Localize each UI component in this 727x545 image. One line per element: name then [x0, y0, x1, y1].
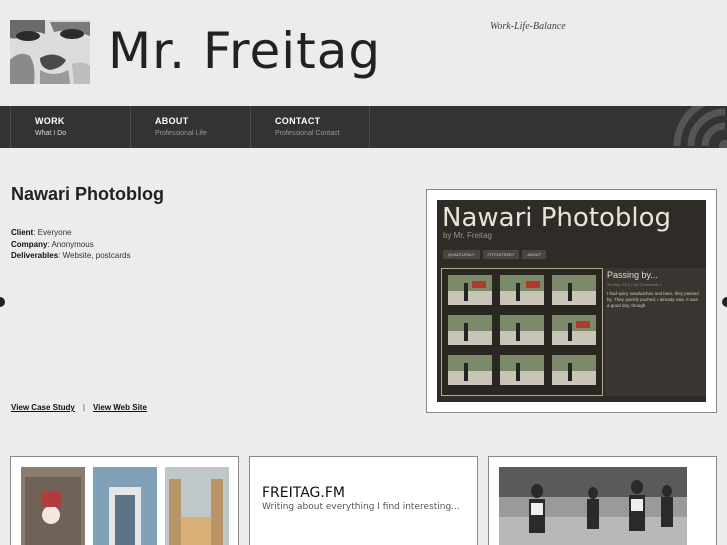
- view-web-site-link[interactable]: View Web Site: [93, 403, 147, 412]
- nav-item-sublabel: What I Do: [35, 130, 67, 137]
- client-row: Client: Everyone: [11, 227, 130, 239]
- site-header: Mr. Freitag Work-Life-Balance: [0, 0, 727, 106]
- screenshot-nav-item: QUADTUPALY: [443, 250, 480, 259]
- nav-item-sublabel: Professional Contact: [275, 130, 340, 137]
- nav-item-sublabel: Professional Life: [155, 130, 207, 137]
- company-row: Company: Anonymous: [11, 239, 130, 251]
- screenshot-photo-grid: [441, 268, 603, 396]
- project-screenshot: Nawari Photoblog by Mr. Freitag QUADTUPA…: [437, 200, 706, 402]
- screenshot-post-title: Passing by...: [607, 270, 658, 280]
- main-nav: WORK What I Do ABOUT Professional Life C…: [0, 106, 727, 148]
- freitag-fm-subtitle: Writing about everything I find interest…: [262, 502, 460, 512]
- freitag-fm-title: FREITAG.FM: [262, 485, 345, 501]
- project-thumbnail-freitag-fm[interactable]: FREITAG.FM Writing about everything I fi…: [249, 456, 478, 545]
- site-title[interactable]: Mr. Freitag: [108, 22, 381, 80]
- project-thumbnail-collage[interactable]: [10, 456, 239, 545]
- previous-arrow-icon[interactable]: [0, 297, 5, 307]
- project-meta: Client: Everyone Company: Anonymous Deli…: [11, 227, 130, 262]
- nav-item-about[interactable]: ABOUT Professional Life: [130, 106, 250, 148]
- company-value: : Anonymous: [47, 239, 94, 249]
- nav-item-contact[interactable]: CONTACT Professional Contact: [250, 106, 370, 148]
- nav-item-label: WORK: [35, 116, 65, 126]
- screenshot-nav: QUADTUPALY FOTOSTREET ABOUT: [443, 250, 547, 259]
- logo-portrait-image[interactable]: [10, 20, 90, 84]
- rss-icon[interactable]: [657, 106, 727, 148]
- screenshot-nav-item: ABOUT: [522, 250, 547, 259]
- screenshot-blog-title: Nawari Photoblog: [442, 203, 672, 233]
- screenshot-post-body: I had spicy sandwiches and beer, they pa…: [607, 291, 699, 308]
- tagline: Work-Life-Balance: [490, 21, 566, 32]
- nav-item-label: ABOUT: [155, 116, 189, 126]
- screenshot-post: Passing by... 24 May 2010 | No Comments …: [607, 270, 701, 309]
- client-label: Client: [11, 228, 34, 237]
- deliverables-label: Deliverables: [11, 251, 59, 260]
- project-links: View Case Study | View Web Site: [11, 403, 147, 412]
- project-thumbnail-runners-photo[interactable]: [488, 456, 717, 545]
- deliverables-value: : Website, postcards: [58, 251, 131, 260]
- nav-item-label: CONTACT: [275, 116, 321, 126]
- nav-item-work[interactable]: WORK What I Do: [10, 106, 130, 148]
- screenshot-byline: by Mr. Freitag: [443, 231, 492, 240]
- view-case-study-link[interactable]: View Case Study: [11, 403, 75, 412]
- next-arrow-icon[interactable]: [722, 297, 727, 307]
- link-separator: |: [82, 403, 85, 412]
- project-screenshot-frame[interactable]: Nawari Photoblog by Mr. Freitag QUADTUPA…: [426, 189, 717, 413]
- company-label: Company: [11, 239, 48, 249]
- deliverables-row: Deliverables: Website, postcards: [11, 250, 130, 262]
- screenshot-nav-item: FOTOSTREET: [482, 250, 520, 259]
- screenshot-post-meta: 24 May 2010 | No Comments »: [607, 282, 663, 287]
- client-value: : Everyone: [33, 228, 72, 237]
- project-title: Nawari Photoblog: [11, 184, 164, 204]
